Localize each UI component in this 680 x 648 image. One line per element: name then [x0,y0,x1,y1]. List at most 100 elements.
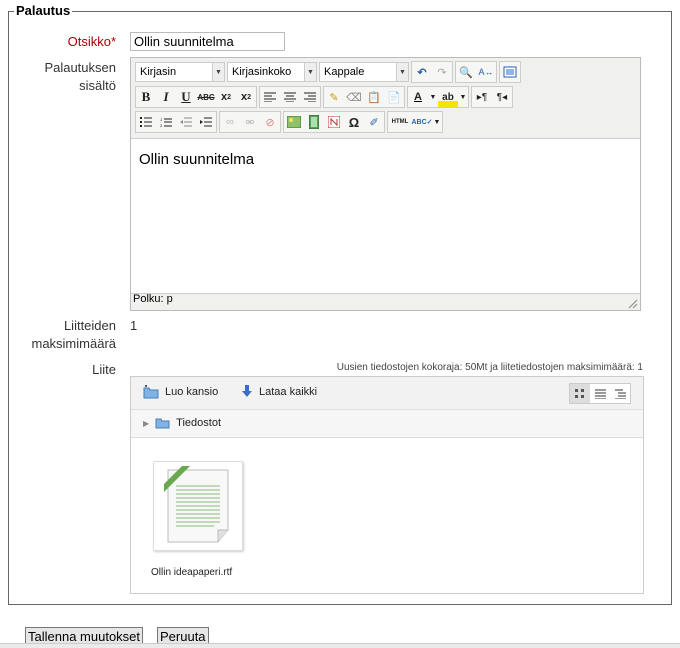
page-bottom-border [0,643,680,648]
find-icon[interactable]: 🔍 [456,62,476,82]
html-spell-group: HTML ABC✓ ▼ [387,111,443,133]
html-source-icon[interactable]: HTML [388,112,412,132]
nolink-icon[interactable]: ⊘ [260,112,280,132]
numbered-list-icon[interactable]: 12 [156,112,176,132]
image-icon[interactable] [284,112,304,132]
file-manager-path: ▶ Tiedostot [131,410,643,438]
required-mark: * [110,34,116,49]
font-size-select-value: Kirjasinkoko [232,66,292,78]
media-icon[interactable] [304,112,324,132]
format-select[interactable]: Kappale ▼ [319,62,409,82]
subject-label-text: Otsikko [67,34,111,49]
italic-icon[interactable]: I [156,87,176,107]
redo-icon[interactable]: ↷ [432,62,452,82]
chevron-down-icon[interactable]: ▼ [458,87,468,107]
editor-content-area[interactable]: Ollin suunnitelma [131,138,640,294]
icon-view-icon[interactable] [570,384,590,403]
underline-icon[interactable]: U [176,87,196,107]
subject-input[interactable] [130,32,285,51]
editor-path: Polku: p [133,293,173,305]
fullscreen-icon[interactable] [500,62,520,82]
content-label: Palautuksen sisältö [44,60,116,93]
paste-word-icon[interactable]: 📄 [384,87,404,107]
format-select-value: Kappale [324,66,365,78]
strikethrough-icon[interactable]: ABC [196,87,216,107]
subscript-icon[interactable]: x2 [216,87,236,107]
svg-text:2: 2 [160,123,163,127]
outdent-icon[interactable] [176,112,196,132]
folder-icon [155,418,170,429]
chevron-down-icon[interactable]: ▼ [432,112,442,132]
editor-toolbar-row-3: 12 ∞ ⚮ ⊘ Ω ✐ HTML ABC✓ ▼ [135,111,443,133]
document-icon [164,466,229,543]
paste-text-icon[interactable]: 📋 [364,87,384,107]
special-char-icon[interactable]: Ω [344,112,364,132]
file-manager: Luo kansio Lataa kaikki ▶ Tiedostot Olli… [130,376,644,594]
attachment-label: Liite [92,362,116,377]
path-root[interactable]: ▶ Tiedostot [143,417,221,429]
chevron-down-icon: ▼ [212,63,224,81]
download-all-label: Lataa kaikki [259,386,318,398]
font-size-select[interactable]: Kirjasinkoko ▼ [227,62,317,82]
file-manager-toolbar: Luo kansio Lataa kaikki [131,377,643,410]
expand-arrow-icon: ▶ [143,418,150,428]
direction-group: ▸¶ ¶◂ [471,86,513,108]
unlink-icon[interactable]: ⚮ [240,112,260,132]
tree-view-icon[interactable] [610,384,630,403]
eraser-icon[interactable]: ⌫ [344,87,364,107]
fieldset-legend: Palautus [14,3,73,18]
edit-table-icon[interactable]: ✐ [364,112,384,132]
clean-formatting-icon[interactable]: ✎ [324,87,344,107]
clipboard-group: ✎ ⌫ 📋 📄 [323,86,405,108]
highlight-color-icon[interactable]: ab [438,87,458,107]
font-family-select-value: Kirjasin [140,66,177,78]
editor-toolbar-row-1: Kirjasin ▼ Kirjasinkoko ▼ Kappale ▼ ↶ ↷ 🔍 A… [135,61,521,83]
download-icon [242,385,252,397]
chevron-down-icon[interactable]: ▼ [428,87,438,107]
list-view-icon[interactable] [590,384,610,403]
rich-text-editor: Kirjasin ▼ Kirjasinkoko ▼ Kappale ▼ ↶ ↷ 🔍 A… [130,57,641,311]
indent-icon[interactable] [196,112,216,132]
text-style-group: B I U ABC x2 x2 [135,86,257,108]
superscript-icon[interactable]: x2 [236,87,256,107]
align-center-icon[interactable] [280,87,300,107]
file-name[interactable]: Ollin ideapaperi.rtf [151,567,232,578]
link-group: ∞ ⚮ ⊘ [219,111,281,133]
resize-grip-icon[interactable] [628,299,638,309]
editor-content: Ollin suunnitelma [139,151,255,168]
path-root-label: Tiedostot [176,417,221,429]
attachments-max-label: Liitteiden maksimimäärä [31,318,116,351]
fullscreen-group [499,61,521,83]
bullet-list-icon[interactable] [136,112,156,132]
file-item[interactable] [153,461,243,551]
chevron-down-icon: ▼ [304,63,316,81]
editor-toolbar-row-2: B I U ABC x2 x2 ✎ ⌫ 📋 📄 A ▼ ab ▼ ▸¶ ¶◂ [135,86,513,108]
color-group: A ▼ ab ▼ [407,86,469,108]
bold-icon[interactable]: B [136,87,156,107]
attachments-max-value: 1 [130,318,138,333]
spellcheck-icon[interactable]: ABC✓ [411,112,432,132]
align-right-icon[interactable] [300,87,320,107]
chevron-down-icon: ▼ [396,63,408,81]
folder-add-icon [143,385,159,399]
undo-icon[interactable]: ↶ [412,62,432,82]
replace-icon[interactable]: A↔ [476,62,496,82]
upload-limits-note: Uusien tiedostojen kokoraja: 50Mt ja lii… [336,362,643,373]
text-color-icon[interactable]: A [408,87,428,107]
rtl-icon[interactable]: ¶◂ [492,87,512,107]
download-all-button[interactable]: Lataa kaikki [241,385,317,399]
undo-redo-group: ↶ ↷ [411,61,453,83]
search-group: 🔍 A↔ [455,61,497,83]
link-icon[interactable]: ∞ [220,112,240,132]
align-group [259,86,321,108]
create-folder-label: Luo kansio [165,386,219,398]
ltr-icon[interactable]: ▸¶ [472,87,492,107]
create-folder-button[interactable]: Luo kansio [143,385,218,399]
align-left-icon[interactable] [260,87,280,107]
insert-group: Ω ✐ [283,111,385,133]
font-family-select[interactable]: Kirjasin ▼ [135,62,225,82]
list-group: 12 [135,111,217,133]
subject-label: Otsikko* [8,33,116,51]
moodle-media-icon[interactable] [324,112,344,132]
svg-text:1: 1 [160,117,163,122]
